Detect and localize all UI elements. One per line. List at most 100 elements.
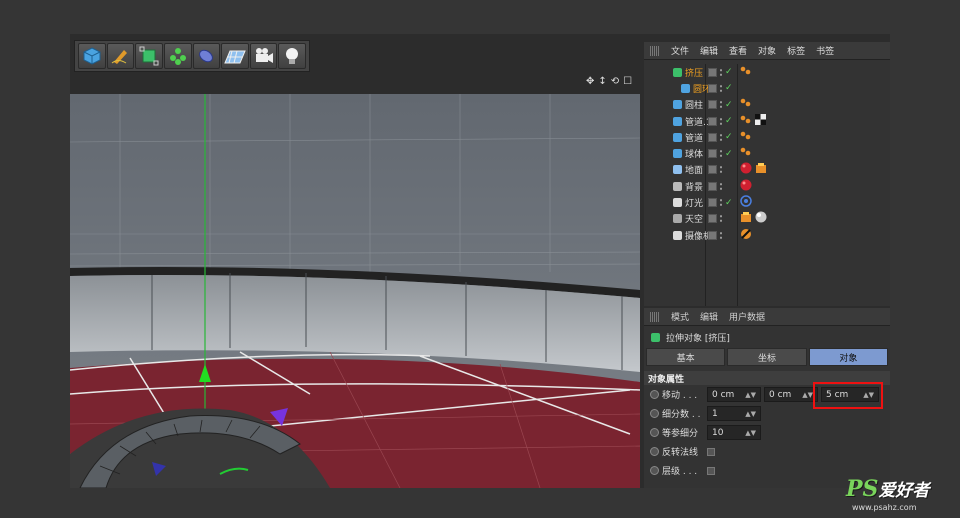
move-x-field[interactable]: 0 cm ▲▼ — [707, 387, 761, 402]
menu-bookmarks[interactable]: 书签 — [816, 44, 834, 57]
enabled-check-icon[interactable]: ✓ — [725, 100, 733, 110]
enabled-check-icon[interactable]: ✓ — [725, 83, 733, 93]
3d-viewport[interactable] — [70, 94, 640, 488]
layer-toggle[interactable] — [708, 198, 717, 208]
object-name[interactable]: 灯光 — [685, 196, 703, 209]
visibility-toggle[interactable] — [719, 149, 723, 159]
floor-icon[interactable] — [221, 43, 249, 69]
visibility-toggle[interactable] — [719, 230, 723, 240]
animate-radio[interactable] — [650, 447, 659, 456]
object-name[interactable]: 天空 — [685, 212, 703, 225]
subdivision-icon[interactable] — [135, 43, 163, 69]
tab-basic[interactable]: 基本 — [646, 348, 726, 366]
visibility-toggle[interactable] — [719, 100, 723, 110]
light-icon[interactable] — [278, 43, 306, 69]
animate-radio[interactable] — [650, 428, 659, 437]
visibility-toggle[interactable] — [719, 214, 723, 224]
enabled-check-icon[interactable]: ✓ — [725, 149, 733, 159]
cloner-icon[interactable] — [163, 43, 192, 69]
material-red-tag-icon[interactable] — [740, 179, 752, 194]
object-row[interactable]: 球体 ✓ — [644, 145, 890, 161]
iso-field[interactable]: 10 ▲▼ — [707, 425, 761, 440]
animate-radio[interactable] — [650, 409, 659, 418]
flip-normals-checkbox[interactable] — [707, 447, 715, 456]
object-row[interactable]: 地面 — [644, 162, 890, 178]
protection-tag-icon[interactable] — [740, 228, 752, 243]
phong-tag-icon[interactable] — [740, 130, 752, 145]
layer-toggle[interactable] — [708, 181, 717, 191]
object-row[interactable]: 圆柱 ✓ — [644, 97, 890, 113]
layer-toggle[interactable] — [708, 214, 717, 224]
panel-grip-icon[interactable] — [650, 45, 660, 56]
layer-toggle[interactable] — [708, 83, 717, 93]
object-name[interactable]: 挤压 — [685, 66, 703, 79]
maximize-view-icon[interactable]: ☐ — [623, 76, 632, 87]
spinner-icon[interactable]: ▲▼ — [745, 391, 756, 399]
layer-toggle[interactable] — [708, 116, 717, 126]
spinner-icon[interactable]: ▲▼ — [745, 410, 756, 418]
visibility-toggle[interactable] — [719, 132, 723, 142]
layer-toggle[interactable] — [708, 67, 717, 77]
target-tag-icon[interactable] — [740, 195, 752, 210]
visibility-toggle[interactable] — [719, 83, 723, 93]
menu-user-data[interactable]: 用户数据 — [729, 310, 765, 323]
object-name[interactable]: 地面 — [685, 163, 703, 176]
subdivision-field[interactable]: 1 ▲▼ — [707, 406, 761, 421]
panel-grip-icon[interactable] — [650, 311, 660, 322]
phong-tag-icon[interactable] — [740, 146, 752, 161]
visibility-toggle[interactable] — [719, 67, 723, 77]
visibility-toggle[interactable] — [719, 198, 723, 208]
deformer-icon[interactable] — [192, 43, 221, 69]
material-red-tag-icon[interactable] — [740, 162, 752, 177]
menu-objects[interactable]: 对象 — [758, 44, 776, 57]
object-row[interactable]: 灯光 ✓ — [644, 194, 890, 210]
visibility-toggle[interactable] — [719, 116, 723, 126]
layer-toggle[interactable] — [708, 100, 717, 110]
visibility-toggle[interactable] — [719, 165, 723, 175]
zoom-view-icon[interactable]: ↕ — [598, 76, 606, 87]
phong-tag-icon[interactable] — [740, 114, 752, 129]
rotate-view-icon[interactable]: ⟲ — [611, 76, 619, 87]
spinner-icon[interactable]: ▲▼ — [863, 391, 874, 399]
move-view-icon[interactable]: ✥ — [586, 76, 594, 87]
menu-edit[interactable]: 编辑 — [700, 310, 718, 323]
hierarchical-checkbox[interactable] — [707, 466, 715, 475]
object-name[interactable]: 圆柱 — [685, 98, 703, 111]
enabled-check-icon[interactable]: ✓ — [725, 198, 733, 208]
enabled-check-icon[interactable]: ✓ — [725, 132, 733, 142]
layer-toggle[interactable] — [708, 132, 717, 142]
tab-coordinates[interactable]: 坐标 — [727, 348, 807, 366]
object-row[interactable]: 挤压 ✓ — [644, 64, 890, 80]
checker-tag-icon[interactable] — [755, 114, 766, 128]
layer-toggle[interactable] — [708, 149, 717, 159]
texture-tag-icon[interactable] — [740, 211, 752, 226]
pen-icon[interactable] — [106, 43, 135, 69]
enabled-check-icon[interactable]: ✓ — [725, 67, 733, 77]
layer-toggle[interactable] — [708, 165, 717, 175]
object-row[interactable]: 摄像机 — [644, 227, 890, 243]
cube-icon[interactable] — [78, 43, 106, 69]
tab-object[interactable]: 对象 — [808, 348, 888, 366]
object-row[interactable]: 管道.1 ✓ — [644, 113, 890, 129]
menu-file[interactable]: 文件 — [671, 44, 689, 57]
menu-tags[interactable]: 标签 — [787, 44, 805, 57]
sky-material-tag-icon[interactable] — [755, 211, 767, 226]
phong-tag-icon[interactable] — [740, 65, 752, 80]
object-name[interactable]: 球体 — [685, 147, 703, 160]
object-name[interactable]: 管道 — [685, 131, 703, 144]
camera-icon[interactable] — [249, 43, 278, 69]
animate-radio[interactable] — [650, 466, 659, 475]
spinner-icon[interactable]: ▲▼ — [802, 391, 813, 399]
menu-view[interactable]: 查看 — [729, 44, 747, 57]
move-y-field[interactable]: 0 cm ▲▼ — [764, 387, 818, 402]
object-name[interactable]: 背景 — [685, 180, 703, 193]
animate-radio[interactable] — [650, 390, 659, 399]
object-row[interactable]: 背景 — [644, 178, 890, 194]
object-row[interactable]: 天空 — [644, 211, 890, 227]
object-row[interactable]: 管道 ✓ — [644, 129, 890, 145]
menu-mode[interactable]: 模式 — [671, 310, 689, 323]
spinner-icon[interactable]: ▲▼ — [745, 429, 756, 437]
texture-tag-icon[interactable] — [755, 162, 767, 177]
menu-edit[interactable]: 编辑 — [700, 44, 718, 57]
layer-toggle[interactable] — [708, 230, 717, 240]
